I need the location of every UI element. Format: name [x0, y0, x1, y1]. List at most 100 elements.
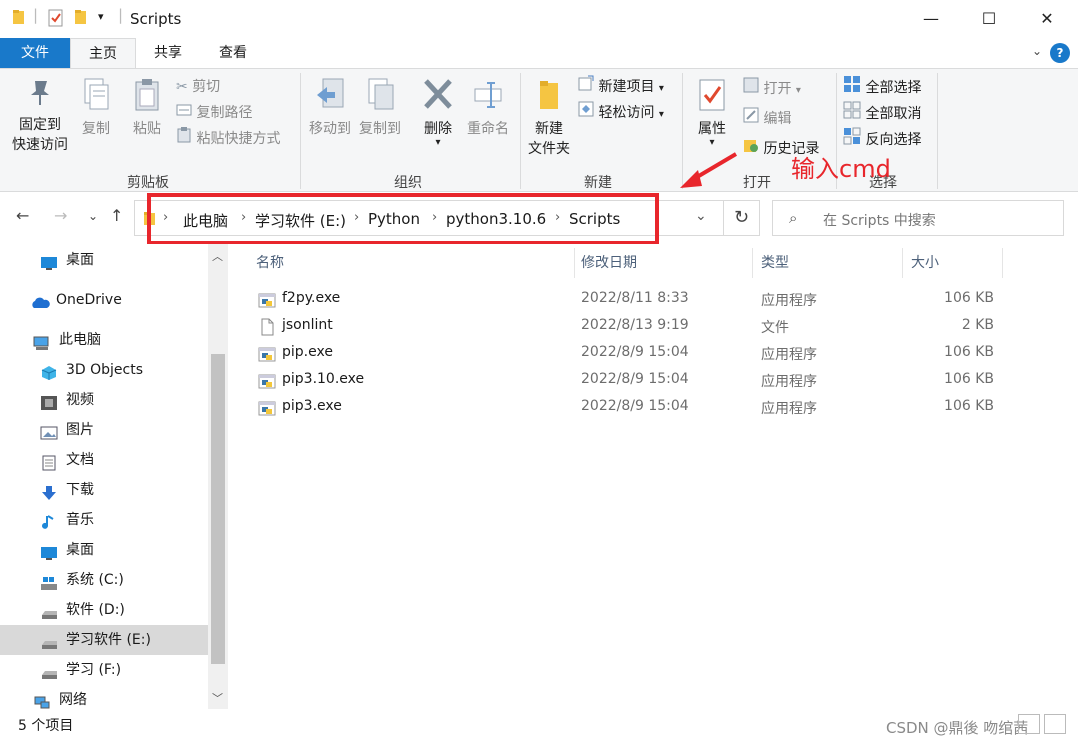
customize-quick-access-icon[interactable]: ▾	[98, 10, 104, 23]
delete-button[interactable]: 删除 ▾	[418, 77, 458, 148]
copy-path-button[interactable]: 复制路径	[176, 101, 252, 125]
edit-button[interactable]: 编辑	[743, 107, 791, 131]
address-history-dropdown-icon[interactable]: ⌄	[695, 208, 707, 224]
copy-to-button[interactable]: 复制到	[356, 77, 404, 139]
nav-item[interactable]: 桌面	[0, 535, 208, 565]
help-icon[interactable]: ?	[1050, 43, 1070, 63]
nav-item[interactable]: OneDrive	[0, 285, 208, 315]
nav-item[interactable]: 文档	[0, 445, 208, 475]
back-arrow-icon[interactable]: ←	[16, 206, 29, 225]
pin-label: 固定到	[19, 117, 61, 133]
minimize-button[interactable]: —	[902, 0, 960, 38]
maximize-button[interactable]: ☐	[960, 0, 1018, 38]
rename-button[interactable]: 重命名	[463, 77, 513, 139]
copy-button[interactable]: 复制	[76, 77, 116, 139]
nav-item-label: OneDrive	[56, 292, 122, 308]
easy-access-button[interactable]: 轻松访问 ▾	[578, 101, 664, 125]
select-none-icon	[843, 101, 861, 127]
new-folder-quick-icon[interactable]	[74, 9, 88, 29]
search-box[interactable]: ⌕ 在 Scripts 中搜索	[772, 200, 1064, 236]
nav-item[interactable]: 软件 (D:)	[0, 595, 208, 625]
file-date: 2022/8/9 15:04	[581, 398, 689, 414]
scrollbar-thumb[interactable]	[211, 354, 225, 664]
search-placeholder[interactable]: 在 Scripts 中搜索	[823, 210, 936, 230]
delete-dropdown-icon[interactable]: ▾	[418, 138, 458, 148]
properties-quick-icon[interactable]	[48, 9, 64, 31]
pin-to-quick-access-button[interactable]: 固定到 快速访问	[8, 77, 72, 155]
file-date: 2022/8/13 9:19	[581, 317, 689, 333]
ribbon-separator	[300, 73, 301, 189]
cube-icon	[40, 362, 58, 380]
nav-item[interactable]: 图片	[0, 415, 208, 445]
close-button[interactable]: ✕	[1018, 0, 1076, 38]
new-item-icon	[578, 75, 594, 99]
file-row[interactable]: pip.exe 2022/8/9 15:04 应用程序 106 KB	[230, 340, 1078, 367]
copy-label: 复制	[82, 121, 110, 137]
nav-scrollbar[interactable]: ︿ ﹀	[208, 244, 228, 709]
column-divider[interactable]	[902, 248, 903, 278]
desktop-icon	[40, 252, 58, 270]
nav-item[interactable]: 此电脑	[0, 325, 208, 355]
open-button[interactable]: 打开 ▾	[743, 77, 801, 101]
nav-item[interactable]: 系统 (C:)	[0, 565, 208, 595]
nav-item[interactable]: 学习软件 (E:)	[0, 625, 208, 655]
new-folder-button[interactable]: 新建 文件夹	[525, 77, 573, 159]
column-header-date[interactable]: 修改日期	[581, 252, 637, 272]
nav-item[interactable]: 桌面	[0, 245, 208, 275]
tab-file[interactable]: 文件	[0, 38, 70, 68]
column-header-size[interactable]: 大小	[911, 252, 939, 272]
column-header-name[interactable]: 名称	[256, 252, 284, 272]
cut-button[interactable]: ✂ 剪切	[176, 75, 220, 99]
tab-home[interactable]: 主页	[70, 38, 136, 68]
column-divider[interactable]	[1002, 248, 1003, 278]
window-title: Scripts	[130, 10, 182, 28]
navigation-pane: 桌面 OneDrive 此电脑 3D Objects 视频 图片 文档 下载 音乐 桌面 系统 (C…	[0, 244, 230, 709]
collapse-ribbon-icon[interactable]: ⌄	[1032, 44, 1042, 58]
file-row[interactable]: pip3.exe 2022/8/9 15:04 应用程序 106 KB	[230, 394, 1078, 421]
paste-button[interactable]: 粘贴	[126, 77, 168, 139]
nav-item[interactable]: 下载	[0, 475, 208, 505]
file-date: 2022/8/9 15:04	[581, 371, 689, 387]
column-header-type[interactable]: 类型	[761, 252, 789, 272]
file-size: 106 KB	[944, 344, 994, 360]
organize-group-label: 组织	[394, 175, 422, 191]
details-view-icon[interactable]	[1018, 714, 1040, 734]
invert-selection-button[interactable]: 反向选择	[843, 127, 921, 151]
select-none-button[interactable]: 全部取消	[843, 101, 921, 125]
nav-item-label: 软件 (D:)	[66, 602, 125, 618]
new-item-button[interactable]: 新建项目 ▾	[578, 75, 664, 99]
paste-shortcut-button[interactable]: 粘贴快捷方式	[176, 127, 280, 151]
divider: |	[33, 6, 39, 24]
python-exe-icon	[258, 345, 276, 363]
clipboard-group-label: 剪贴板	[127, 175, 169, 191]
column-divider[interactable]	[574, 248, 575, 278]
scroll-down-icon[interactable]: ﹀	[212, 690, 223, 706]
desktop-icon	[40, 542, 58, 560]
file-row[interactable]: pip3.10.exe 2022/8/9 15:04 应用程序 106 KB	[230, 367, 1078, 394]
recent-locations-icon[interactable]: ⌄	[88, 209, 98, 223]
properties-button[interactable]: 属性 ▾	[692, 77, 732, 148]
file-row[interactable]: f2py.exe 2022/8/11 8:33 应用程序 106 KB	[230, 286, 1078, 313]
nav-item[interactable]: 学习 (F:)	[0, 655, 208, 685]
nav-item[interactable]: 音乐	[0, 505, 208, 535]
tab-view[interactable]: 查看	[200, 38, 266, 68]
file-type: 应用程序	[761, 374, 817, 390]
nav-item[interactable]: 3D Objects	[0, 355, 208, 385]
scroll-up-icon[interactable]: ︿	[212, 248, 223, 264]
nav-item[interactable]: 视频	[0, 385, 208, 415]
properties-dropdown-icon[interactable]: ▾	[692, 138, 732, 148]
nav-item-label: 视频	[66, 392, 94, 408]
refresh-button[interactable]: ↻	[724, 200, 760, 236]
computer-icon	[33, 332, 51, 350]
large-icons-view-icon[interactable]	[1044, 714, 1066, 734]
select-all-button[interactable]: 全部选择	[843, 75, 921, 99]
nav-item-label: 音乐	[66, 512, 94, 528]
column-divider[interactable]	[752, 248, 753, 278]
file-type: 应用程序	[761, 347, 817, 363]
forward-arrow-icon[interactable]: →	[54, 206, 67, 225]
tab-share[interactable]: 共享	[136, 38, 200, 68]
file-type: 文件	[761, 320, 789, 336]
file-row[interactable]: jsonlint 2022/8/13 9:19 文件 2 KB	[230, 313, 1078, 340]
up-arrow-icon[interactable]: ↑	[110, 206, 123, 225]
move-to-button[interactable]: 移动到	[306, 77, 354, 139]
